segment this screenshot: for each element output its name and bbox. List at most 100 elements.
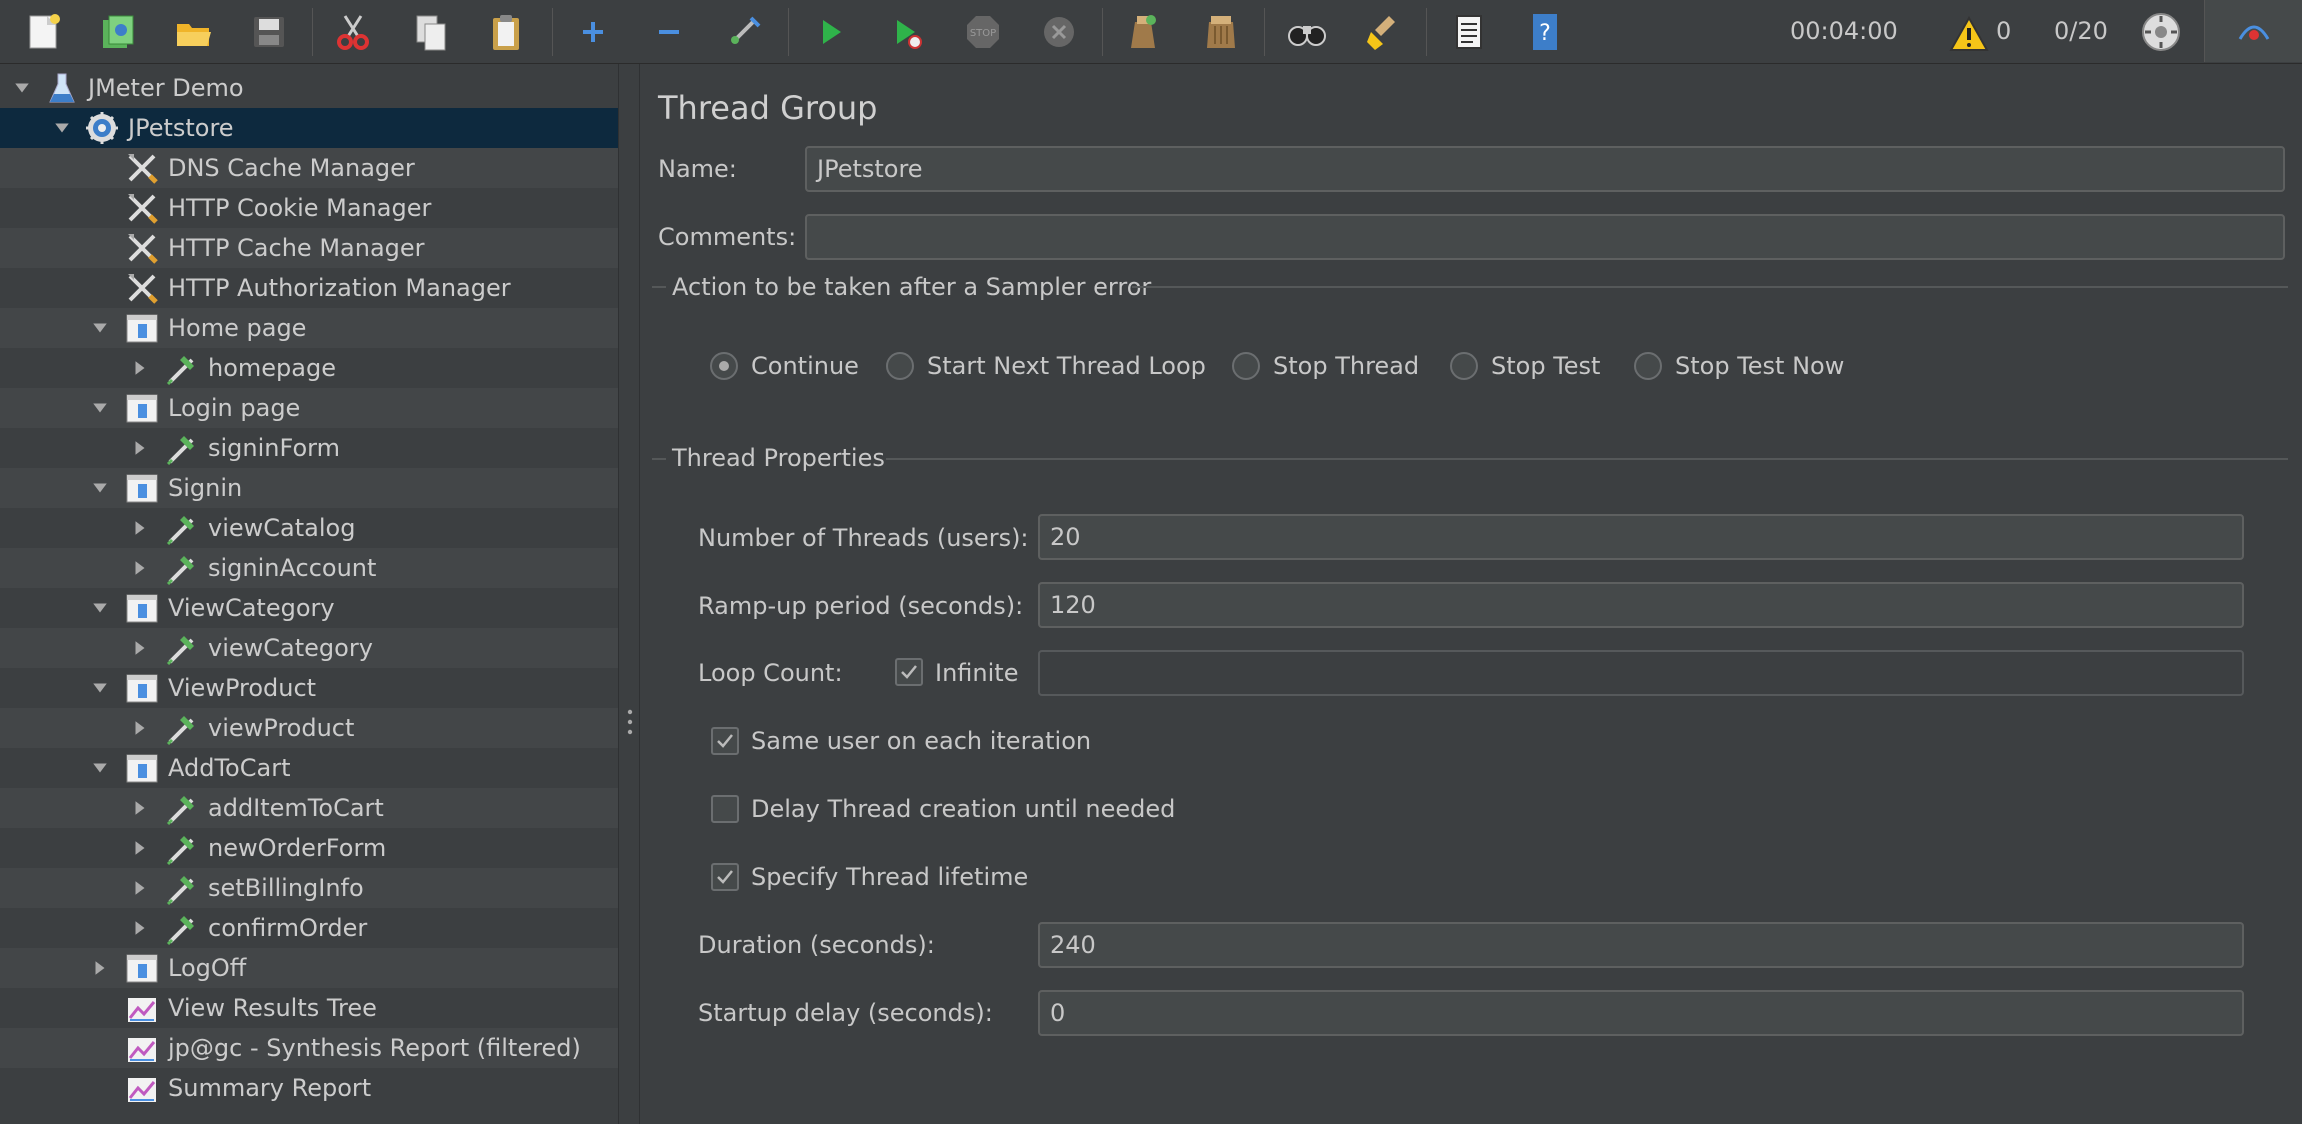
- templates-icon[interactable]: [90, 6, 144, 58]
- log-viewer-icon: [2238, 25, 2269, 40]
- warning-icon[interactable]: [1942, 8, 1996, 60]
- expand-arrow-icon[interactable]: [128, 716, 152, 740]
- tree-node-label: Home page: [168, 314, 307, 342]
- tree-node-home-page[interactable]: Home page: [0, 308, 618, 348]
- expand-arrow-icon[interactable]: [128, 836, 152, 860]
- toggle-icon[interactable]: [718, 6, 772, 58]
- name-field[interactable]: JPetstore: [805, 146, 2285, 192]
- expand-arrow-icon[interactable]: [128, 876, 152, 900]
- tree-node-signinform[interactable]: signinForm: [0, 428, 618, 468]
- tree-node-summary-report[interactable]: Summary Report: [0, 1068, 618, 1108]
- tree-node-view-results-tree[interactable]: View Results Tree: [0, 988, 618, 1028]
- tree-node-login-page[interactable]: Login page: [0, 388, 618, 428]
- save-icon[interactable]: [242, 6, 296, 58]
- tree-node-logoff[interactable]: LogOff: [0, 948, 618, 988]
- infinite-label: Infinite: [935, 659, 1019, 687]
- start-next-thread-loop-radio[interactable]: [886, 352, 914, 380]
- remote-engines-icon[interactable]: [2134, 6, 2188, 58]
- config-element-icon: [124, 230, 160, 266]
- group-border: [652, 286, 666, 288]
- infinite-checkbox[interactable]: [895, 658, 923, 686]
- tree-node-label: signinForm: [208, 434, 340, 462]
- collapse-arrow-icon[interactable]: [88, 396, 112, 420]
- stop-test-radio[interactable]: [1450, 352, 1478, 380]
- sampler-icon: [164, 910, 200, 946]
- loop-count-field[interactable]: [1038, 650, 2244, 696]
- stop-test-now-radio[interactable]: [1634, 352, 1662, 380]
- continue-radio[interactable]: [710, 352, 738, 380]
- copy-icon[interactable]: [404, 6, 458, 58]
- sampler-error-group-title: Action to be taken after a Sampler error: [672, 273, 1152, 301]
- specify-thread-lifetime-label: Specify Thread lifetime: [751, 863, 1029, 891]
- start-no-pauses-icon[interactable]: [880, 6, 934, 58]
- tree-node-http-authorization-manager[interactable]: HTTP Authorization Manager: [0, 268, 618, 308]
- reset-search-icon[interactable]: [1356, 6, 1410, 58]
- paste-icon[interactable]: [480, 6, 534, 58]
- stop-icon[interactable]: STOP: [956, 6, 1010, 58]
- expand-arrow-icon[interactable]: [128, 556, 152, 580]
- start-icon[interactable]: [804, 6, 858, 58]
- tree-node-label: Summary Report: [168, 1074, 372, 1102]
- expand-arrow-icon[interactable]: [128, 796, 152, 820]
- clear-icon[interactable]: [1116, 6, 1170, 58]
- expand-arrow-icon[interactable]: [88, 956, 112, 980]
- new-icon[interactable]: [16, 6, 70, 58]
- collapse-arrow-icon[interactable]: [88, 676, 112, 700]
- clear-all-icon[interactable]: [1194, 6, 1248, 58]
- tree-node-viewcatalog[interactable]: viewCatalog: [0, 508, 618, 548]
- threads-field[interactable]: 20: [1038, 514, 2244, 560]
- same-user-checkbox[interactable]: [711, 727, 739, 755]
- tree-node-http-cache-manager[interactable]: HTTP Cache Manager: [0, 228, 618, 268]
- expand-arrow-icon[interactable]: [128, 516, 152, 540]
- tree-node-setbillinginfo[interactable]: setBillingInfo: [0, 868, 618, 908]
- collapse-arrow-icon[interactable]: [10, 76, 34, 100]
- stop-thread-radio[interactable]: [1232, 352, 1260, 380]
- specify-thread-lifetime-checkbox[interactable]: [711, 863, 739, 891]
- tree-node-label: Login page: [168, 394, 301, 422]
- collapse-arrow-icon[interactable]: [50, 116, 74, 140]
- tree-node-signin[interactable]: Signin: [0, 468, 618, 508]
- duration-field[interactable]: 240: [1038, 922, 2244, 968]
- tree-node-signinaccount[interactable]: signinAccount: [0, 548, 618, 588]
- function-helper-icon[interactable]: [1442, 6, 1496, 58]
- collapse-arrow-icon[interactable]: [88, 316, 112, 340]
- tree-node-dns-cache-manager[interactable]: DNS Cache Manager: [0, 148, 618, 188]
- page-title: Thread Group: [658, 89, 878, 127]
- start-next-thread-loop-label: Start Next Thread Loop: [927, 352, 1206, 380]
- help-icon[interactable]: ?: [1518, 6, 1572, 58]
- log-viewer-button[interactable]: [2204, 0, 2302, 62]
- search-icon[interactable]: [1280, 6, 1334, 58]
- tree-node-addtocart[interactable]: AddToCart: [0, 748, 618, 788]
- expand-arrow-icon[interactable]: [128, 636, 152, 660]
- expand-icon[interactable]: [566, 6, 620, 58]
- open-icon[interactable]: [166, 6, 220, 58]
- tree-node-http-cookie-manager[interactable]: HTTP Cookie Manager: [0, 188, 618, 228]
- expand-arrow-icon[interactable]: [128, 916, 152, 940]
- tree-node-jpetstore[interactable]: JPetstore: [0, 108, 618, 148]
- tree-node-viewproduct-controller[interactable]: ViewProduct: [0, 668, 618, 708]
- tree-node-confirmorder[interactable]: confirmOrder: [0, 908, 618, 948]
- tree-node-homepage[interactable]: homepage: [0, 348, 618, 388]
- collapse-arrow-icon[interactable]: [88, 476, 112, 500]
- collapse-arrow-icon[interactable]: [88, 596, 112, 620]
- comments-field[interactable]: [805, 214, 2285, 260]
- pane-splitter[interactable]: [618, 64, 640, 1124]
- rampup-field[interactable]: 120: [1038, 582, 2244, 628]
- thread-group-panel: Thread Group Name: JPetstore Comments: A…: [640, 64, 2302, 1124]
- tree-node-viewcategory-controller[interactable]: ViewCategory: [0, 588, 618, 628]
- shutdown-icon[interactable]: [1032, 6, 1086, 58]
- tree-node-synthesis-report[interactable]: jp@gc - Synthesis Report (filtered): [0, 1028, 618, 1068]
- tree-node-additemtocart[interactable]: addItemToCart: [0, 788, 618, 828]
- collapse-arrow-icon[interactable]: [88, 756, 112, 780]
- tree-node-viewproduct[interactable]: viewProduct: [0, 708, 618, 748]
- expand-arrow-icon[interactable]: [128, 436, 152, 460]
- tree-node-jmeter-demo[interactable]: JMeter Demo: [0, 68, 618, 108]
- tree-node-viewcategory[interactable]: viewCategory: [0, 628, 618, 668]
- collapse-icon[interactable]: [642, 6, 696, 58]
- delay-thread-creation-checkbox[interactable]: [711, 795, 739, 823]
- expand-arrow-icon[interactable]: [128, 356, 152, 380]
- startup-delay-field[interactable]: 0: [1038, 990, 2244, 1036]
- cut-icon[interactable]: [326, 6, 380, 58]
- tree-node-label: View Results Tree: [168, 994, 377, 1022]
- tree-node-neworderform[interactable]: newOrderForm: [0, 828, 618, 868]
